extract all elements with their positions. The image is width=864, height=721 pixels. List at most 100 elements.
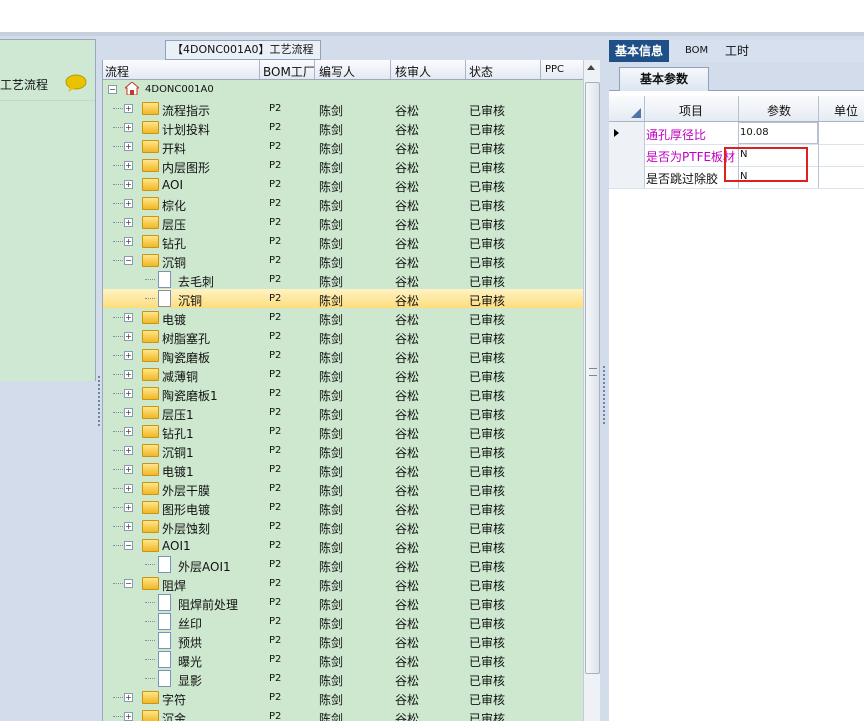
tree-row[interactable]: 去毛刺 P2 陈剑 谷松 已审核 [103,270,583,289]
tree-row[interactable]: 显影 P2 陈剑 谷松 已审核 [103,669,583,688]
row-selector[interactable] [609,122,645,144]
expand-toggle-icon[interactable]: + [124,693,133,702]
tree-row[interactable]: 曝光 P2 陈剑 谷松 已审核 [103,650,583,669]
expand-toggle-icon[interactable]: + [124,237,133,246]
params-column-header-1[interactable]: 参数 [767,102,791,119]
expand-toggle-icon[interactable]: + [124,142,133,151]
tree-row[interactable]: 外层AOI1 P2 陈剑 谷松 已审核 [103,555,583,574]
tree-vertical-scrollbar[interactable] [583,60,600,721]
column-header-5[interactable]: PPC [545,64,564,75]
params-column-separator[interactable] [738,96,739,121]
tree-row[interactable]: − AOI1 P2 陈剑 谷松 已审核 [103,536,583,555]
tree-row[interactable]: + 层压 P2 陈剑 谷松 已审核 [103,213,583,232]
tree-row-selected[interactable]: 沉铜 P2 陈剑 谷松 已审核 [103,289,583,308]
collapse-toggle-icon[interactable]: − [108,85,117,94]
tree-row[interactable]: + 外层蚀刻 P2 陈剑 谷松 已审核 [103,517,583,536]
right-splitter[interactable] [600,36,609,721]
tree-row[interactable]: + 层压1 P2 陈剑 谷松 已审核 [103,403,583,422]
tree-root-row[interactable]: − 4DONC001A0 [103,80,583,99]
tree-row[interactable]: + 字符 P2 陈剑 谷松 已审核 [103,688,583,707]
scroll-up-arrow-icon[interactable] [587,65,595,70]
tree-row[interactable]: + 流程指示 P2 陈剑 谷松 已审核 [103,99,583,118]
expand-toggle-icon[interactable]: + [124,104,133,113]
tab-bom[interactable]: BOM [679,40,714,62]
params-column-separator[interactable] [644,96,645,121]
expand-toggle-icon[interactable]: + [124,503,133,512]
params-column-header-0[interactable]: 项目 [679,102,703,119]
tree-row[interactable]: + 树脂塞孔 P2 陈剑 谷松 已审核 [103,327,583,346]
tab-basic-info[interactable]: 基本信息 [609,40,670,62]
expand-toggle-icon[interactable]: + [124,180,133,189]
collapse-toggle-icon[interactable]: − [124,541,133,550]
folder-icon [142,387,159,400]
tree-row[interactable]: + 内层图形 P2 陈剑 谷松 已审核 [103,156,583,175]
column-header-1[interactable]: BOM工厂 [263,63,315,80]
tree-node-label: 沉铜 [178,294,203,308]
expand-toggle-icon[interactable]: + [124,389,133,398]
splitter-grip-icon[interactable] [98,376,100,426]
column-header-2[interactable]: 编写人 [319,63,355,80]
tree-row[interactable]: + 沉铜1 P2 陈剑 谷松 已审核 [103,441,583,460]
expand-toggle-icon[interactable]: + [124,446,133,455]
expand-toggle-icon[interactable]: + [124,522,133,531]
tree-row[interactable]: + AOI P2 陈剑 谷松 已审核 [103,175,583,194]
expand-toggle-icon[interactable]: + [124,218,133,227]
collapse-toggle-icon[interactable]: − [124,256,133,265]
tree-row[interactable]: + 电镀 P2 陈剑 谷松 已审核 [103,308,583,327]
column-separator[interactable] [390,60,391,79]
collapse-toggle-icon[interactable]: − [124,579,133,588]
tree-row[interactable]: − 阻焊 P2 陈剑 谷松 已审核 [103,574,583,593]
tree-row[interactable]: + 钻孔 P2 陈剑 谷松 已审核 [103,232,583,251]
expand-toggle-icon[interactable]: + [124,465,133,474]
flow-tab-title[interactable]: 【4DONC001A0】工艺流程 [165,40,321,60]
tree-row[interactable]: 阻焊前处理 P2 陈剑 谷松 已审核 [103,593,583,612]
column-header-4[interactable]: 状态 [469,63,493,80]
expand-toggle-icon[interactable]: + [124,332,133,341]
expand-toggle-icon[interactable]: + [124,370,133,379]
tree-row[interactable]: + 计划投料 P2 陈剑 谷松 已审核 [103,118,583,137]
column-separator[interactable] [540,60,541,79]
expand-toggle-icon[interactable]: + [124,313,133,322]
row-selector[interactable] [609,144,645,166]
tree-row[interactable]: + 开料 P2 陈剑 谷松 已审核 [103,137,583,156]
expand-toggle-icon[interactable]: + [124,199,133,208]
tree-row[interactable]: + 陶瓷磨板 P2 陈剑 谷松 已审核 [103,346,583,365]
row-selector[interactable] [609,166,645,188]
expand-toggle-icon[interactable]: + [124,427,133,436]
column-separator[interactable] [314,60,315,79]
tab-basic-params[interactable]: 基本参数 [619,67,709,91]
tree-row[interactable]: − 沉铜 P2 陈剑 谷松 已审核 [103,251,583,270]
tree-row[interactable]: + 棕化 P2 陈剑 谷松 已审核 [103,194,583,213]
column-separator[interactable] [465,60,466,79]
tree-row[interactable]: + 外层干膜 P2 陈剑 谷松 已审核 [103,479,583,498]
params-column-header-2[interactable]: 单位 [834,102,858,119]
reviewer-cell: 谷松 [395,427,420,441]
tree-row[interactable]: 丝印 P2 陈剑 谷松 已审核 [103,612,583,631]
status-cell: 已审核 [469,674,506,688]
tree-row[interactable]: + 钻孔1 P2 陈剑 谷松 已审核 [103,422,583,441]
scroll-thumb[interactable] [585,82,600,674]
expand-toggle-icon[interactable]: + [124,351,133,360]
column-separator[interactable] [259,60,260,79]
tab-work-hours[interactable]: 工时 [719,40,755,62]
expand-toggle-icon[interactable]: + [124,161,133,170]
param-row[interactable]: 通孔厚径比 10.08 [609,122,864,145]
tree-row[interactable]: + 陶瓷磨板1 P2 陈剑 谷松 已审核 [103,384,583,403]
left-panel-item[interactable]: 工艺流程 [0,70,95,101]
tree-row[interactable]: + 电镀1 P2 陈剑 谷松 已审核 [103,460,583,479]
param-value-input[interactable]: 10.08 [740,127,769,138]
tree-row[interactable]: + 减薄铜 P2 陈剑 谷松 已审核 [103,365,583,384]
expand-toggle-icon[interactable]: + [124,712,133,721]
column-header-0[interactable]: 流程 [105,63,129,80]
expand-toggle-icon[interactable]: + [124,408,133,417]
bom-factory-cell: P2 [269,293,282,304]
tree-row[interactable]: + 图形电镀 P2 陈剑 谷松 已审核 [103,498,583,517]
expand-toggle-icon[interactable]: + [124,123,133,132]
params-column-separator[interactable] [818,96,819,121]
splitter-grip-icon[interactable] [603,366,605,426]
tree-row[interactable]: + 沉金 P2 陈剑 谷松 已审核 [103,707,583,721]
tree-row[interactable]: 预烘 P2 陈剑 谷松 已审核 [103,631,583,650]
expand-toggle-icon[interactable]: + [124,484,133,493]
column-header-3[interactable]: 核审人 [395,63,431,80]
writer-cell: 陈剑 [319,199,344,213]
